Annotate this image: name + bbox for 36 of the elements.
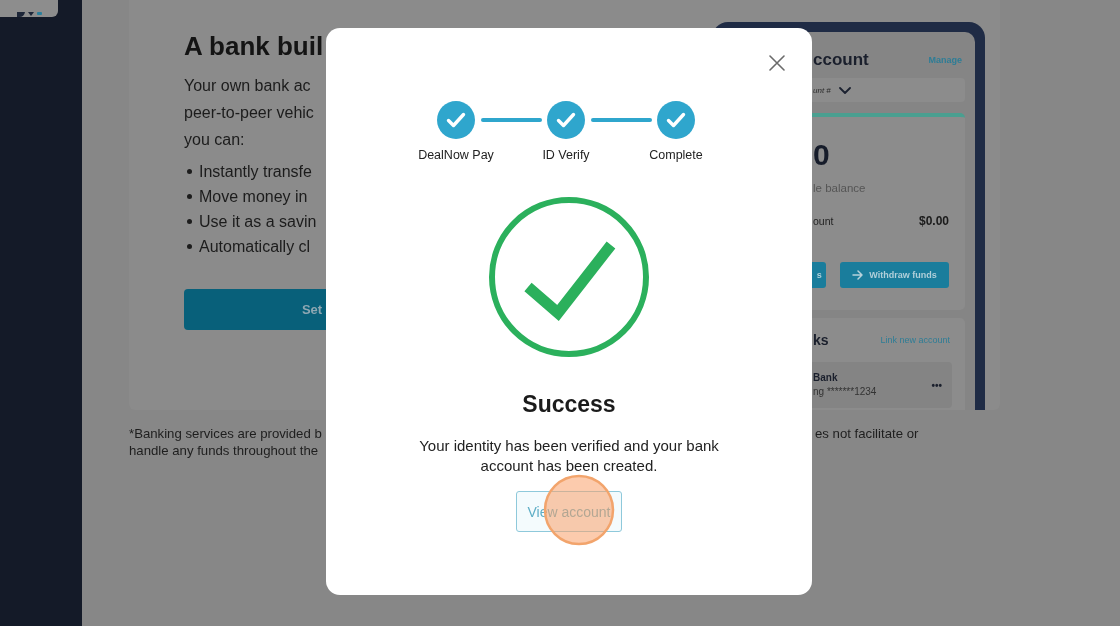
bullet-text: Automatically cl: [199, 237, 311, 257]
step-label: DealNow Pay: [418, 147, 494, 163]
footnote-text: *Banking services are provided b handle any funds throughout the: [129, 425, 322, 459]
logo-tile[interactable]: [0, 0, 58, 17]
dropdown-label: unt #: [813, 85, 831, 95]
withdraw-button[interactable]: Withdraw funds: [839, 262, 949, 288]
logo-icon: [15, 12, 43, 17]
step-connector-line: [481, 118, 542, 122]
footnote-text: es not facilitate or: [815, 425, 919, 442]
bullet-icon: [187, 194, 192, 199]
close-icon: [769, 55, 785, 71]
bullet-text: Move money in: [199, 187, 308, 207]
linked-title: ks: [813, 332, 829, 348]
summary-label: ount: [813, 214, 834, 228]
step-label: ID Verify: [542, 147, 590, 163]
account-title: ccount: [813, 49, 869, 71]
dialog-message: Your identity has been verified and your bank account has been created.: [418, 436, 720, 476]
section-heading: A bank buil: [184, 30, 324, 62]
step-connector-line: [591, 118, 652, 122]
summary-value: $0.00: [918, 214, 949, 228]
arrow-right-icon: [852, 270, 864, 280]
dialog-title: Success: [522, 390, 616, 419]
bullet-icon: [187, 169, 192, 174]
balance-amount: 0: [813, 138, 831, 172]
chevron-down-icon: [838, 86, 851, 94]
more-menu[interactable]: •••: [931, 379, 942, 391]
bullet-text: Use it as a savin: [199, 212, 317, 232]
bullet-icon: [187, 219, 192, 224]
account-name: Bank: [813, 371, 839, 385]
account-number: ng *******1234: [813, 385, 877, 399]
check-circle-icon: [489, 197, 649, 357]
bullet-text: Instantly transfe: [199, 162, 312, 182]
intro-paragraph: Your own bank ac peer-to-peer vehic you can:: [184, 76, 314, 150]
bullet-icon: [187, 244, 192, 249]
step-label: Complete: [649, 147, 703, 163]
close-button[interactable]: [769, 55, 785, 71]
